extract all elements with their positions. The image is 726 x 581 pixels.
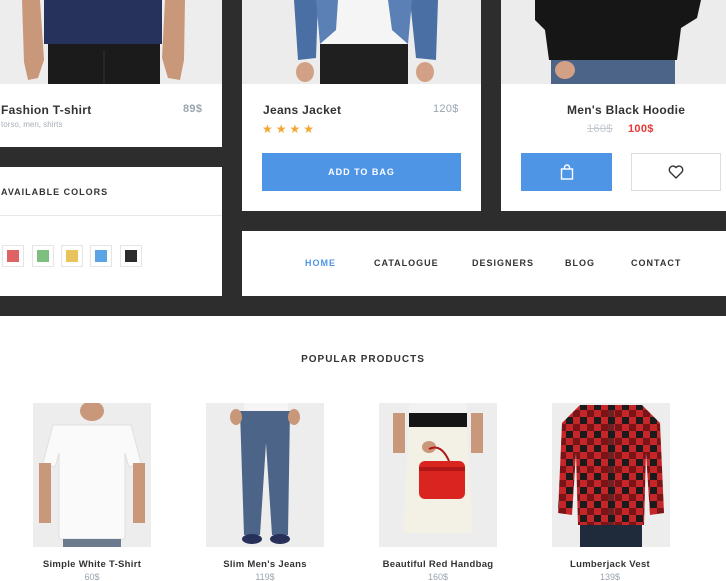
sale-price: 100$ <box>628 123 654 135</box>
product-image-red-handbag[interactable] <box>379 403 497 547</box>
swatch-fill <box>95 250 107 262</box>
nav-item-designers[interactable]: DESIGNERS <box>472 258 534 268</box>
shopping-bag-icon <box>560 164 573 180</box>
popular-product-name[interactable]: Beautiful Red Handbag <box>363 559 513 570</box>
product-price: 120$ <box>433 103 459 115</box>
slim-jeans-photo <box>206 403 324 547</box>
product-price: 89$ <box>183 103 203 115</box>
popular-product-name[interactable]: Slim Men's Jeans <box>190 559 340 570</box>
product-image-lumberjack-vest[interactable] <box>552 403 670 547</box>
nav-item-home[interactable]: HOME <box>305 258 336 268</box>
color-swatch-yellow[interactable] <box>61 245 83 267</box>
color-swatch-red[interactable] <box>2 245 24 267</box>
product-image-fashion-tshirt[interactable] <box>0 0 222 84</box>
available-colors-label: AVAILABLE COLORS <box>1 187 109 197</box>
rating-stars: ★★★★ <box>262 122 318 136</box>
product-card-black-hoodie[interactable]: Men's Black Hoodie 160$ 100$ <box>501 0 726 211</box>
product-image-black-hoodie[interactable] <box>501 0 726 84</box>
add-to-bag-icon-button[interactable] <box>521 153 612 191</box>
product-title[interactable]: Jeans Jacket <box>263 103 341 117</box>
popular-product-name[interactable]: Lumberjack Vest <box>535 559 685 570</box>
product-image-jeans-jacket[interactable] <box>242 0 481 84</box>
wishlist-button[interactable] <box>631 153 721 191</box>
heart-icon <box>668 165 684 179</box>
swatch-fill <box>125 250 137 262</box>
color-swatch-green[interactable] <box>32 245 54 267</box>
color-swatch-black[interactable] <box>120 245 142 267</box>
add-to-bag-button[interactable]: ADD TO BAG <box>262 153 461 191</box>
available-colors-card: AVAILABLE COLORS <box>0 167 222 296</box>
swatch-fill <box>66 250 78 262</box>
popular-product-price: 119$ <box>255 572 275 581</box>
swatch-fill <box>37 250 49 262</box>
nav-item-catalogue[interactable]: CATALOGUE <box>374 258 439 268</box>
divider <box>0 215 222 216</box>
nav-item-blog[interactable]: BLOG <box>565 258 595 268</box>
product-card-jeans-jacket[interactable]: Jeans Jacket 120$ ★★★★ ADD TO BAG <box>242 0 481 211</box>
popular-products-title: POPULAR PRODUCTS <box>301 354 425 365</box>
tshirt-model-photo <box>0 0 222 84</box>
swatch-fill <box>7 250 19 262</box>
old-price: 160$ <box>587 123 613 135</box>
color-swatch-blue[interactable] <box>90 245 112 267</box>
product-tags: torso, men, shirts <box>1 120 63 129</box>
red-handbag-photo <box>379 403 497 547</box>
hoodie-model-photo <box>501 0 726 84</box>
product-title[interactable]: Men's Black Hoodie <box>567 103 685 117</box>
product-card-fashion-tshirt[interactable]: Fashion T-shirt 89$ torso, men, shirts <box>0 0 222 147</box>
popular-product-price: 60$ <box>84 572 100 581</box>
popular-product-name[interactable]: Simple White T-Shirt <box>17 559 167 570</box>
product-title[interactable]: Fashion T-shirt <box>1 103 92 117</box>
nav-item-contact[interactable]: CONTACT <box>631 258 681 268</box>
lumberjack-vest-photo <box>552 403 670 547</box>
white-tshirt-photo <box>33 403 151 547</box>
jacket-model-photo <box>242 0 481 84</box>
popular-product-price: 160$ <box>427 572 449 581</box>
product-image-white-tshirt[interactable] <box>33 403 151 547</box>
product-image-slim-jeans[interactable] <box>206 403 324 547</box>
popular-product-price: 139$ <box>599 572 621 581</box>
